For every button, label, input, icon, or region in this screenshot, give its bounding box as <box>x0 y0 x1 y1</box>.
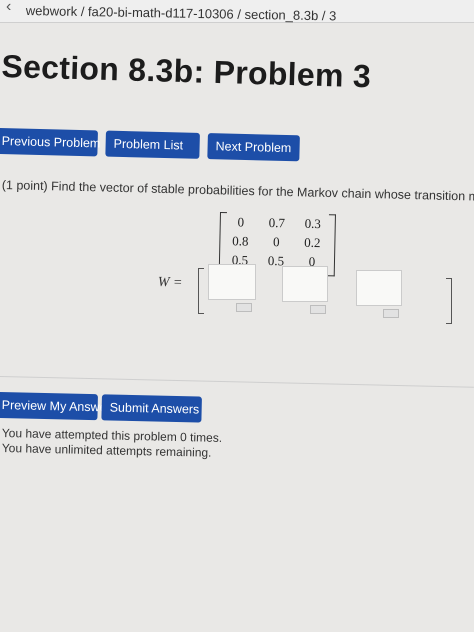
grid-icon[interactable] <box>236 303 252 312</box>
answer-input-2[interactable] <box>282 266 328 302</box>
answer-input-1[interactable] <box>208 264 256 300</box>
answer-input-3[interactable] <box>356 270 402 306</box>
answer-right-bracket <box>446 278 452 324</box>
answer-label: W = <box>157 275 183 291</box>
grid-icon[interactable] <box>310 305 326 314</box>
preview-answers-button[interactable]: Preview My Answers <box>0 391 117 421</box>
answer-row: W = <box>0 0 474 632</box>
grid-icon[interactable] <box>383 309 399 318</box>
answer-left-bracket <box>198 268 204 314</box>
submit-answers-button[interactable]: Submit Answers <box>101 394 202 423</box>
